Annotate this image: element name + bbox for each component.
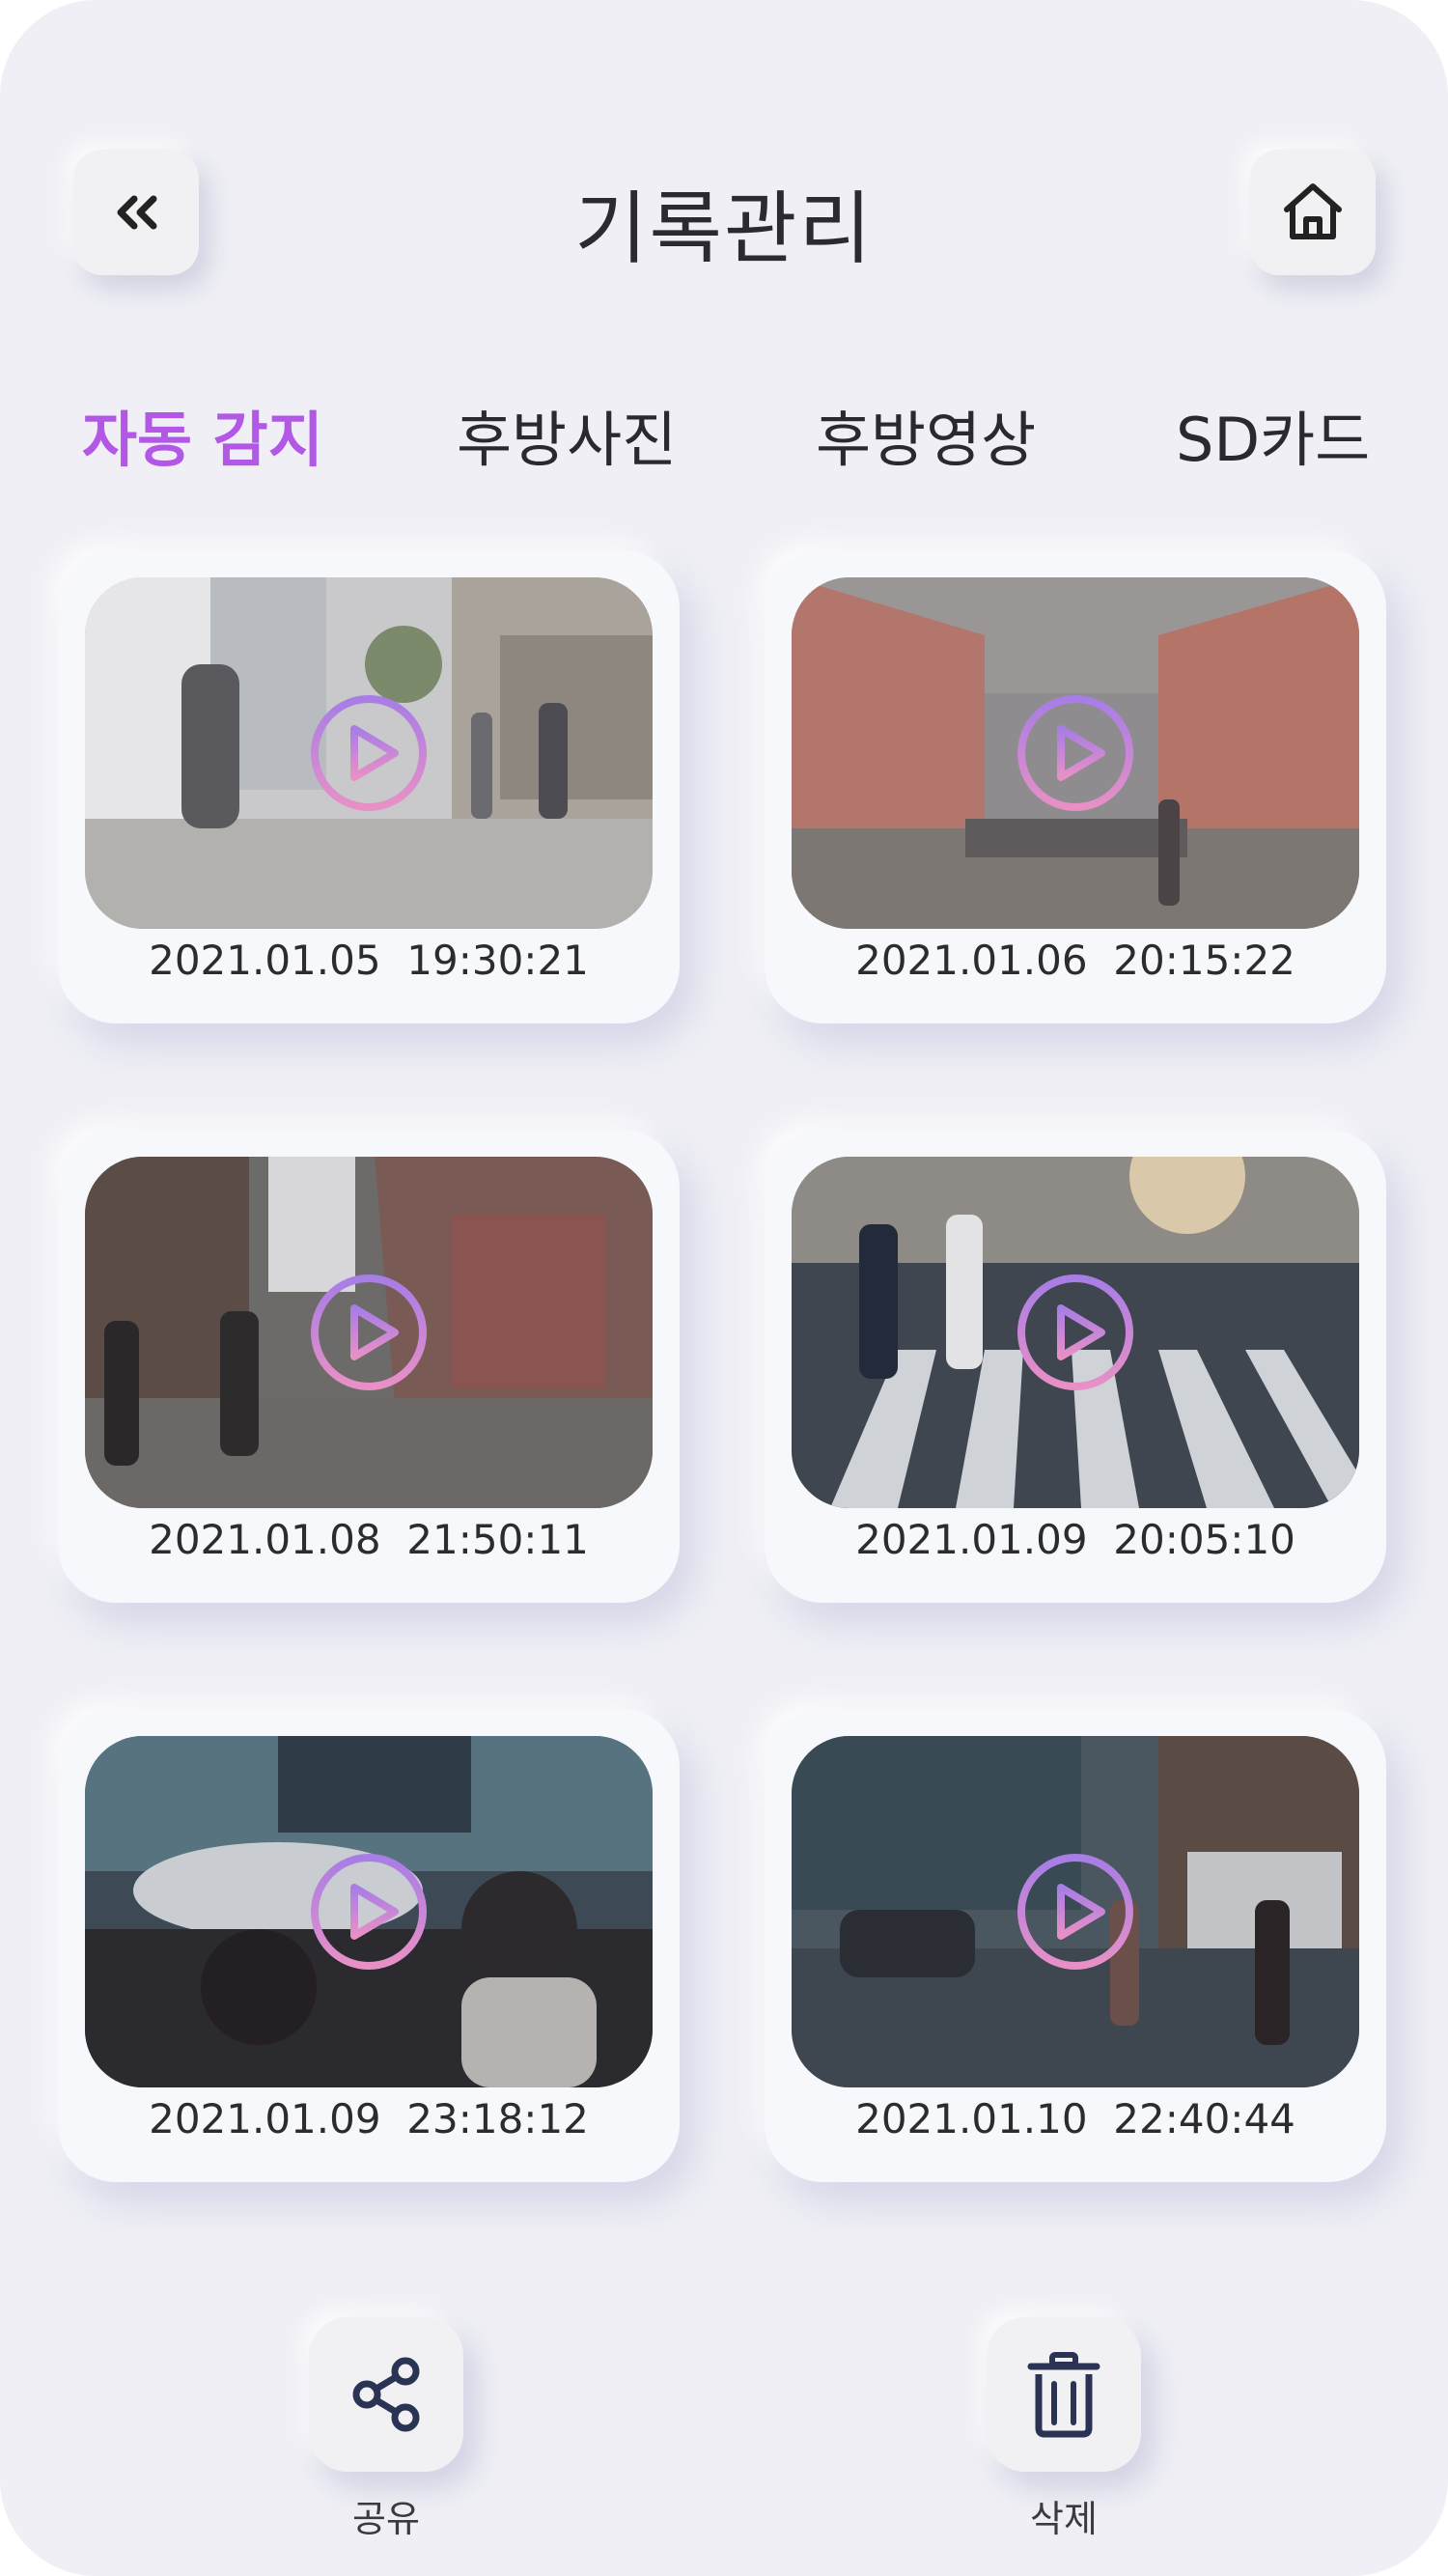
play-icon[interactable]: [1015, 692, 1136, 814]
recording-timestamp: 2021.01.09 23:18:12: [149, 2095, 589, 2142]
recording-card[interactable]: 2021.01.08 21:50:11: [58, 1130, 680, 1603]
recording-card[interactable]: 2021.01.06 20:15:22: [765, 550, 1386, 1023]
recording-timestamp: 2021.01.05 19:30:21: [149, 937, 589, 984]
play-icon[interactable]: [308, 692, 430, 814]
recording-timestamp: 2021.01.10 22:40:44: [855, 2095, 1295, 2142]
tab-rear-video[interactable]: 후방영상: [816, 391, 1036, 478]
page-title: 기록관리: [574, 183, 874, 275]
play-icon[interactable]: [308, 1272, 430, 1393]
tab-rear-photo[interactable]: 후방사진: [457, 391, 677, 478]
app-screen: 기록관리 자동 감지 후방사진 후방영상 SD카드 2021.01.05 19:…: [0, 0, 1448, 2576]
video-thumbnail[interactable]: [85, 1736, 653, 2087]
recording-card[interactable]: 2021.01.09 23:18:12: [58, 1709, 680, 2182]
home-button[interactable]: [1250, 150, 1376, 275]
video-thumbnail[interactable]: [792, 1157, 1359, 1508]
recording-card[interactable]: 2021.01.09 20:05:10: [765, 1130, 1386, 1603]
delete-label: 삭제: [1030, 2498, 1098, 2540]
play-icon[interactable]: [1015, 1851, 1136, 1973]
recording-card[interactable]: 2021.01.10 22:40:44: [765, 1709, 1386, 2182]
share-button[interactable]: [309, 2317, 463, 2472]
recording-timestamp: 2021.01.06 20:15:22: [855, 937, 1295, 984]
back-button[interactable]: [73, 150, 199, 275]
recording-timestamp: 2021.01.09 20:05:10: [855, 1516, 1295, 1563]
tab-auto-detect[interactable]: 자동 감지: [82, 391, 323, 478]
home-icon: [1284, 183, 1342, 239]
video-thumbnail[interactable]: [792, 577, 1359, 929]
play-icon[interactable]: [308, 1851, 430, 1973]
video-thumbnail[interactable]: [85, 1157, 653, 1508]
recording-card[interactable]: 2021.01.05 19:30:21: [58, 550, 680, 1023]
recording-timestamp: 2021.01.08 21:50:11: [149, 1516, 589, 1563]
share-icon: [352, 2357, 420, 2432]
delete-button[interactable]: [987, 2317, 1141, 2472]
play-icon[interactable]: [1015, 1272, 1136, 1393]
tab-sd-card[interactable]: SD카드: [1176, 391, 1370, 478]
share-label: 공유: [352, 2498, 420, 2540]
video-thumbnail[interactable]: [85, 577, 653, 929]
trash-icon: [1027, 2352, 1100, 2438]
double-chevron-left-icon: [117, 195, 157, 230]
video-thumbnail[interactable]: [792, 1736, 1359, 2087]
